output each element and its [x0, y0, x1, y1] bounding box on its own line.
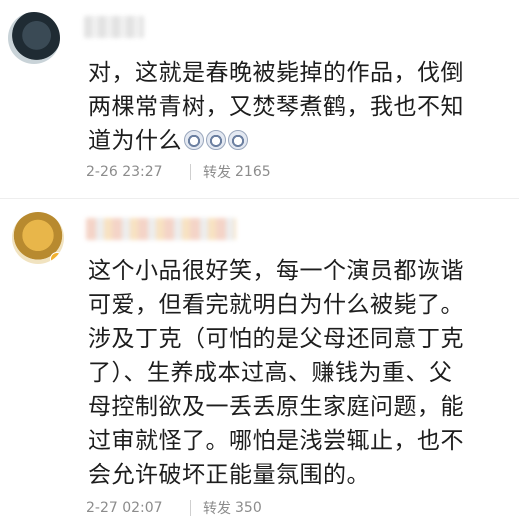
comment-meta: 2-27 02:07 转发 350 — [86, 498, 262, 518]
repost-button[interactable]: 转发 — [203, 162, 231, 182]
dog-face-icon — [206, 130, 226, 150]
verified-badge-icon — [50, 56, 60, 64]
username-blurred[interactable] — [84, 16, 144, 38]
meta-separator — [190, 500, 191, 516]
avatar[interactable] — [12, 212, 64, 264]
repost-button[interactable]: 转发 — [203, 498, 231, 518]
comment-text: 对，这就是春晚被毙掉的作品，伐倒 两棵常青树，又焚琴煮鹤，我也不知 道为什么 — [88, 60, 464, 154]
dog-face-icon — [184, 130, 204, 150]
divider — [0, 198, 519, 199]
timestamp: 2-26 23:27 — [86, 164, 163, 180]
repost-count: 350 — [235, 500, 262, 516]
timestamp: 2-27 02:07 — [86, 500, 163, 516]
repost-count: 2165 — [235, 164, 271, 180]
comment-meta: 2-26 23:27 转发 2165 — [86, 162, 271, 182]
avatar[interactable] — [8, 12, 60, 64]
username-blurred[interactable] — [86, 218, 236, 240]
verified-badge-icon — [50, 252, 64, 264]
dog-face-icon — [228, 130, 248, 150]
comment-text: 这个小品很好笑，每一个演员都诙谐 可爱，但看完就明白为什么被毙了。 涉及丁克（可… — [88, 258, 464, 488]
meta-separator — [190, 164, 191, 180]
